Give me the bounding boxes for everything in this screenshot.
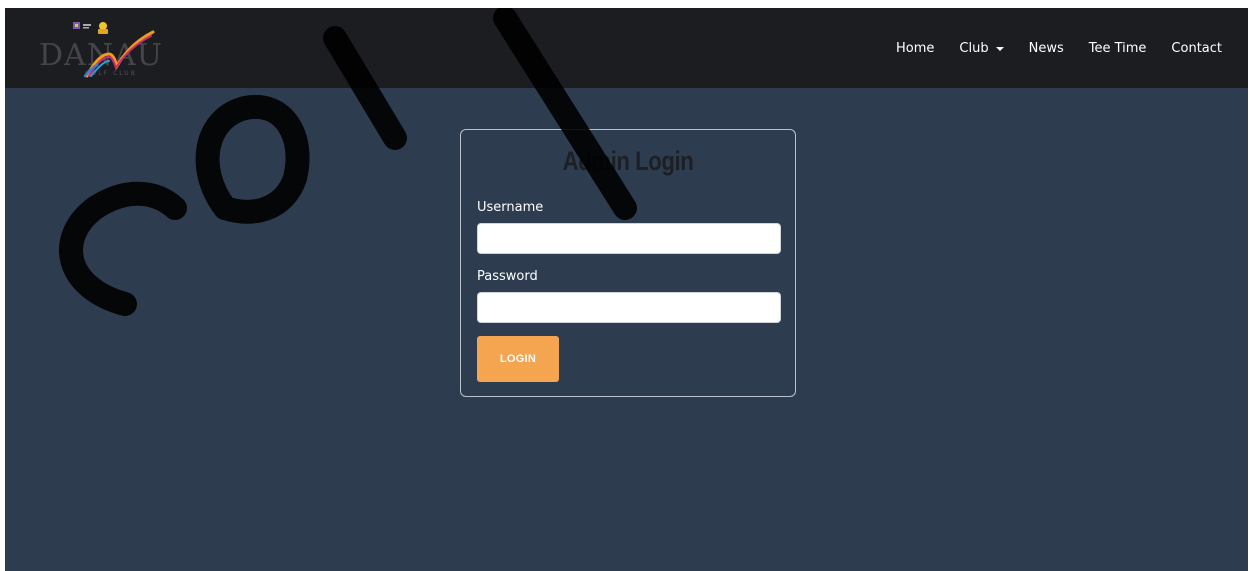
- username-label: Username: [477, 200, 544, 215]
- nav-home-label: Home: [896, 40, 935, 56]
- nav-news[interactable]: News: [1029, 41, 1064, 56]
- nav-tee-time[interactable]: Tee Time: [1089, 41, 1147, 56]
- nav-news-label: News: [1028, 40, 1064, 56]
- site-logo[interactable]: DANAU GOLF CLUB: [37, 16, 177, 82]
- nav-club-dropdown[interactable]: Club: [959, 40, 1004, 56]
- login-card: Admin Login Username Password LOGIN: [460, 129, 796, 397]
- danau-logo-icon: [73, 22, 155, 78]
- login-button[interactable]: LOGIN: [477, 336, 559, 382]
- page-frame: DANAU GOLF CLUB Home Club News Tee Time …: [5, 8, 1248, 571]
- nav-contact-label: Contact: [1171, 40, 1222, 56]
- nav-home[interactable]: Home: [896, 41, 934, 56]
- navbar: DANAU GOLF CLUB Home Club News Tee Time …: [5, 8, 1248, 88]
- nav-club-label: Club: [959, 40, 989, 56]
- username-input[interactable]: [477, 223, 781, 254]
- main-nav: Home Club News Tee Time Contact: [871, 8, 1222, 88]
- password-label: Password: [477, 269, 538, 284]
- nav-tee-time-label: Tee Time: [1088, 40, 1147, 56]
- caret-down-icon: [995, 46, 1004, 51]
- password-input[interactable]: [477, 292, 781, 323]
- nav-contact[interactable]: Contact: [1171, 41, 1222, 56]
- login-title: Admin Login: [562, 146, 694, 176]
